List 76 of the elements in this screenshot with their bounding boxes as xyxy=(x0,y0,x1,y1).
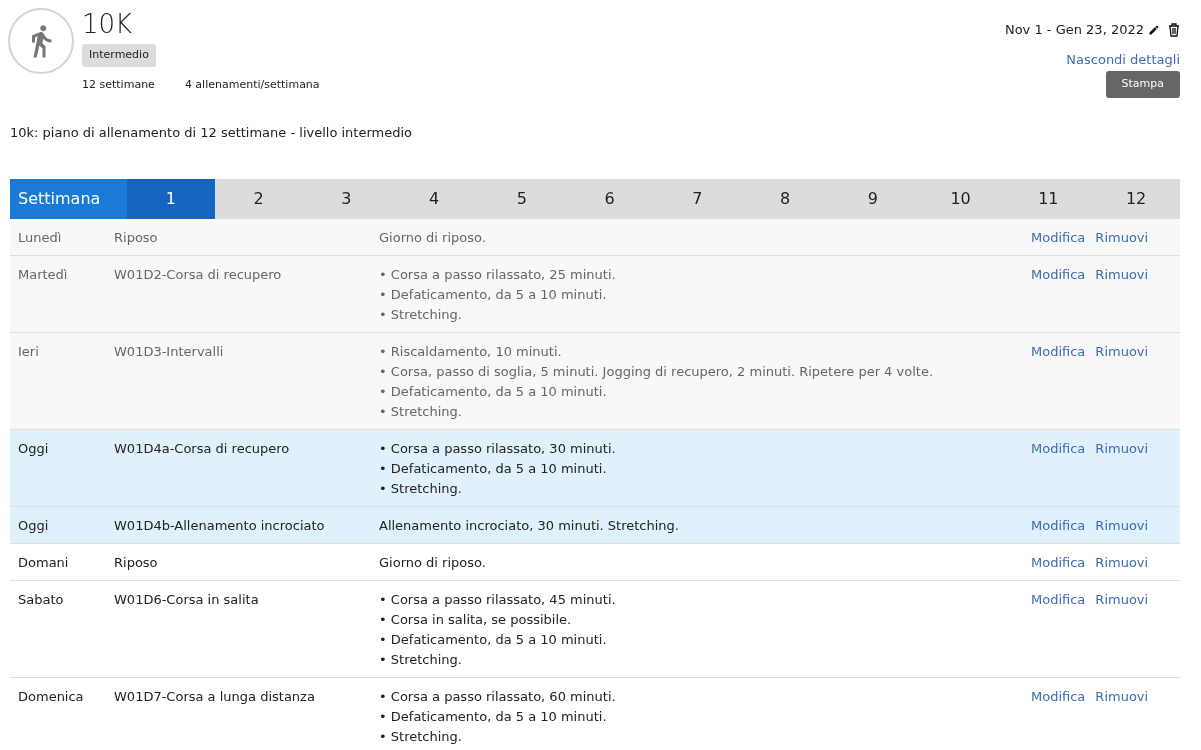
workout-name: W01D4a-Corsa di recupero xyxy=(114,440,291,458)
day-cell-text: Martedì xyxy=(17,266,69,284)
workout-name: Riposo xyxy=(114,229,159,247)
edit-link[interactable]: Modifica xyxy=(1031,228,1086,248)
week-tab[interactable]: 2 xyxy=(214,179,303,219)
workout-detail: • Defaticamento, da 5 a 10 minuti. xyxy=(379,460,608,478)
week-tab[interactable]: 8 xyxy=(741,179,829,219)
remove-link[interactable]: Rimuovi xyxy=(1095,439,1149,459)
remove-link[interactable]: Rimuovi xyxy=(1095,265,1149,285)
workout-name: W01D6-Corsa in salita xyxy=(114,591,260,609)
week-tab[interactable]: 10 xyxy=(916,179,1005,219)
plan-description: 10k: piano di allenamento di 12 settimane - livello intermedio xyxy=(9,123,414,142)
week-tab[interactable]: 1 xyxy=(127,179,215,219)
level-badge: Intermedio xyxy=(82,44,156,67)
workout-detail: • Stretching. xyxy=(379,728,463,746)
edit-link[interactable]: Modifica xyxy=(1031,439,1086,459)
workout-name: W01D3-Intervalli xyxy=(114,343,225,361)
remove-link[interactable]: Rimuovi xyxy=(1095,342,1149,362)
workout-detail: • Defaticamento, da 5 a 10 minuti. xyxy=(379,631,608,649)
workout-detail: • Corsa a passo rilassato, 60 minuti. xyxy=(379,688,617,706)
workout-detail: • Stretching. xyxy=(379,651,463,669)
edit-link[interactable]: Modifica xyxy=(1031,342,1086,362)
edit-link[interactable]: Modifica xyxy=(1031,516,1086,536)
week-tab[interactable]: 12 xyxy=(1092,179,1180,219)
hide-details-link[interactable]: Nascondi dettagli xyxy=(1066,49,1180,69)
workout-name: Riposo xyxy=(114,554,159,572)
workout-name: W01D4b-Allenamento incrociato xyxy=(114,517,326,535)
day-cell-text: Oggi xyxy=(17,517,50,535)
workout-detail: • Corsa, passo di soglia, 5 minuti. Jogging di recupero, 2 minuti. Ripetere per 4 volte. xyxy=(379,363,934,381)
workout-detail: • Stretching. xyxy=(379,306,463,324)
workout-detail: Allenamento incrociato, 30 minuti. Stretching. xyxy=(379,517,680,535)
workout-detail: • Corsa a passo rilassato, 45 minuti. xyxy=(379,591,617,609)
workout-detail: • Corsa a passo rilassato, 25 minuti. xyxy=(379,266,617,284)
workout-detail: Giorno di riposo. xyxy=(379,229,487,247)
week-tab[interactable]: 9 xyxy=(829,179,917,219)
edit-link[interactable]: Modifica xyxy=(1031,265,1086,285)
week-tab[interactable]: 11 xyxy=(1004,179,1093,219)
print-button[interactable]: Stampa xyxy=(1105,71,1180,98)
edit-link[interactable]: Modifica xyxy=(1031,553,1086,573)
workout-detail: • Corsa in salita, se possibile. xyxy=(379,611,573,629)
workout-detail: • Stretching. xyxy=(379,480,463,498)
pencil-icon[interactable] xyxy=(1148,23,1160,36)
week-tab[interactable]: 3 xyxy=(302,179,391,219)
remove-link[interactable]: Rimuovi xyxy=(1095,516,1149,536)
workout-detail: • Defaticamento, da 5 a 10 minuti. xyxy=(379,383,608,401)
workout-name: W01D7-Corsa a lunga distanza xyxy=(114,688,316,706)
day-cell-text: Lunedì xyxy=(17,229,63,247)
day-cell-text: Domenica xyxy=(17,688,85,706)
edit-link[interactable]: Modifica xyxy=(1031,687,1086,707)
remove-link[interactable]: Rimuovi xyxy=(1095,590,1149,610)
day-cell-text: Domani xyxy=(17,554,70,572)
workout-detail: • Riscaldamento, 10 minuti. xyxy=(379,343,563,361)
workout-detail: Giorno di riposo. xyxy=(379,554,487,572)
remove-link[interactable]: Rimuovi xyxy=(1095,553,1149,573)
day-cell-text: Oggi xyxy=(17,440,50,458)
workout-detail: • Defaticamento, da 5 a 10 minuti. xyxy=(379,708,608,726)
week-tab[interactable]: 5 xyxy=(478,179,566,219)
week-tab[interactable]: 6 xyxy=(565,179,654,219)
edit-link[interactable]: Modifica xyxy=(1031,590,1086,610)
date-range: Nov 1 - Gen 23, 2022 xyxy=(1004,21,1144,39)
week-tab[interactable]: 4 xyxy=(390,179,478,219)
workout-detail: • Defaticamento, da 5 a 10 minuti. xyxy=(379,286,608,304)
week-tab[interactable]: 7 xyxy=(653,179,742,219)
workout-name: W01D2-Corsa di recupero xyxy=(114,266,283,284)
remove-link[interactable]: Rimuovi xyxy=(1095,228,1149,248)
runner-avatar-icon xyxy=(8,8,74,74)
day-cell-text: Sabato xyxy=(17,591,65,609)
week-label: Settimana xyxy=(10,179,127,219)
trash-icon[interactable] xyxy=(1168,22,1180,37)
plan-title: 10K xyxy=(82,8,134,40)
workout-detail: • Stretching. xyxy=(379,403,463,421)
remove-link[interactable]: Rimuovi xyxy=(1095,687,1149,707)
workout-detail: • Corsa a passo rilassato, 30 minuti. xyxy=(379,440,617,458)
day-cell-text: Ieri xyxy=(17,343,40,361)
plan-duration: 12 settimane xyxy=(82,76,155,93)
plan-frequency: 4 allenamenti/settimana xyxy=(184,76,320,93)
